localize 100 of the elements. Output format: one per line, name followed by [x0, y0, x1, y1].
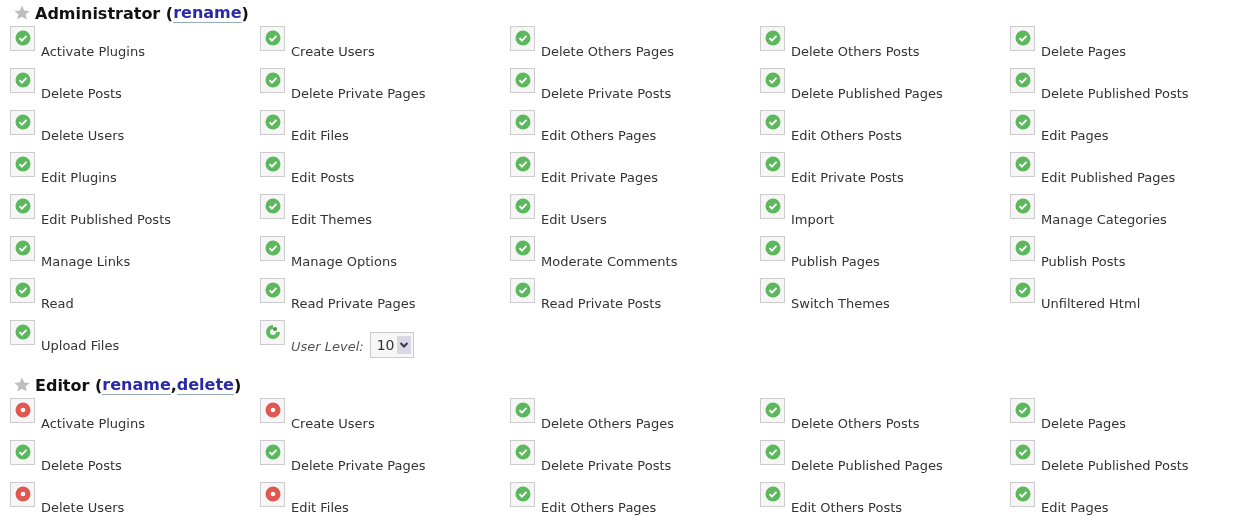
capability-label: Delete Published Pages — [791, 457, 943, 475]
capability-label: Read Private Pages — [291, 295, 416, 313]
capability-label: Read Private Posts — [541, 295, 662, 313]
punctuation: ) — [241, 3, 249, 23]
granted-toggle[interactable] — [1010, 194, 1035, 219]
capability-label: Edit Files — [291, 127, 349, 145]
capability-label: Delete Published Pages — [791, 85, 943, 103]
granted-toggle[interactable] — [260, 68, 285, 93]
granted-toggle[interactable] — [760, 194, 785, 219]
level-dropdown[interactable]: 10 — [369, 332, 414, 358]
granted-toggle[interactable] — [760, 26, 785, 51]
punctuation: ) — [233, 375, 242, 395]
capability-label: Create Users — [291, 415, 375, 433]
granted-toggle[interactable] — [510, 236, 535, 261]
granted-toggle[interactable] — [760, 110, 785, 135]
role-action-link[interactable]: delete — [176, 375, 234, 395]
role-action-link[interactable]: rename — [102, 375, 171, 395]
granted-toggle[interactable] — [10, 320, 35, 345]
granted-toggle[interactable] — [760, 68, 785, 93]
granted-toggle[interactable] — [1010, 398, 1035, 423]
star-icon — [14, 377, 30, 393]
capability-label: Edit Pages — [1041, 499, 1109, 517]
capability-label: Delete Published Posts — [1041, 457, 1189, 475]
granted-toggle[interactable] — [510, 68, 535, 93]
granted-toggle[interactable] — [760, 236, 785, 261]
granted-toggle[interactable] — [260, 440, 285, 465]
granted-toggle[interactable] — [260, 194, 285, 219]
granted-toggle[interactable] — [10, 194, 35, 219]
granted-toggle[interactable] — [760, 278, 785, 303]
granted-toggle[interactable] — [10, 278, 35, 303]
denied-toggle[interactable] — [10, 398, 35, 423]
granted-toggle[interactable] — [510, 110, 535, 135]
capability-label: Manage Options — [291, 253, 397, 271]
granted-toggle[interactable] — [510, 398, 535, 423]
granted-toggle[interactable] — [260, 236, 285, 261]
capability-label: Upload Files — [41, 337, 120, 355]
granted-toggle[interactable] — [260, 26, 285, 51]
capability-label: Activate Plugins — [41, 43, 145, 61]
capability-label: Delete Private Pages — [291, 85, 426, 103]
granted-toggle[interactable] — [260, 278, 285, 303]
capability-label: Import — [791, 211, 835, 229]
capability-label: Edit Private Posts — [791, 169, 904, 187]
granted-toggle[interactable] — [10, 236, 35, 261]
capability-label: Manage Categories — [1041, 211, 1167, 229]
granted-toggle[interactable] — [510, 278, 535, 303]
granted-toggle[interactable] — [510, 194, 535, 219]
level-label: User Level: — [291, 338, 364, 356]
capability-label: Delete Private Posts — [541, 85, 672, 103]
granted-toggle[interactable] — [260, 152, 285, 177]
capability-label: Delete Others Pages — [541, 415, 674, 433]
granted-toggle[interactable] — [760, 482, 785, 507]
capability-label: Delete Others Posts — [791, 415, 920, 433]
capability-label: Edit Others Pages — [541, 127, 657, 145]
granted-toggle[interactable] — [1010, 440, 1035, 465]
capability-label: Moderate Comments — [541, 253, 678, 271]
granted-toggle[interactable] — [1010, 110, 1035, 135]
granted-toggle[interactable] — [760, 152, 785, 177]
capability-label: Delete Private Pages — [291, 457, 426, 475]
granted-toggle[interactable] — [510, 482, 535, 507]
capability-label: Delete Others Posts — [791, 43, 920, 61]
capability-label: Edit Others Posts — [791, 499, 903, 517]
capability-label: Delete Users — [41, 499, 125, 517]
granted-toggle[interactable] — [510, 152, 535, 177]
capability-label: Unfiltered Html — [1041, 295, 1141, 313]
granted-toggle[interactable] — [1010, 278, 1035, 303]
capability-label: Edit Users — [541, 211, 607, 229]
capability-label: Edit Themes — [291, 211, 372, 229]
capability-label: Edit Published Pages — [1041, 169, 1176, 187]
denied-toggle[interactable] — [260, 482, 285, 507]
granted-toggle[interactable] — [10, 110, 35, 135]
granted-toggle[interactable] — [10, 440, 35, 465]
granted-toggle[interactable] — [1010, 152, 1035, 177]
granted-toggle[interactable] — [510, 26, 535, 51]
capability-label: Delete Others Pages — [541, 43, 674, 61]
capability-label: Delete Posts — [41, 85, 122, 103]
star-icon — [14, 5, 30, 21]
capability-label: Delete Private Posts — [541, 457, 672, 475]
granted-toggle[interactable] — [10, 26, 35, 51]
granted-toggle[interactable] — [1010, 236, 1035, 261]
denied-toggle[interactable] — [10, 482, 35, 507]
granted-toggle[interactable] — [1010, 482, 1035, 507]
level-button[interactable] — [260, 320, 285, 345]
denied-toggle[interactable] — [260, 398, 285, 423]
granted-toggle[interactable] — [760, 440, 785, 465]
punctuation: , — [170, 375, 177, 395]
granted-toggle[interactable] — [260, 110, 285, 135]
capability-label: Edit Pages — [1041, 127, 1109, 145]
capability-label: Publish Pages — [791, 253, 880, 271]
capability-label: Delete Users — [41, 127, 125, 145]
capability-label: Edit Others Posts — [791, 127, 903, 145]
capability-label: Edit Posts — [291, 169, 355, 187]
role-action-link[interactable]: rename — [173, 3, 242, 23]
granted-toggle[interactable] — [10, 68, 35, 93]
granted-toggle[interactable] — [1010, 68, 1035, 93]
granted-toggle[interactable] — [760, 398, 785, 423]
granted-toggle[interactable] — [510, 440, 535, 465]
granted-toggle[interactable] — [10, 152, 35, 177]
capability-label: Delete Published Posts — [1041, 85, 1189, 103]
capability-label: Switch Themes — [791, 295, 890, 313]
granted-toggle[interactable] — [1010, 26, 1035, 51]
